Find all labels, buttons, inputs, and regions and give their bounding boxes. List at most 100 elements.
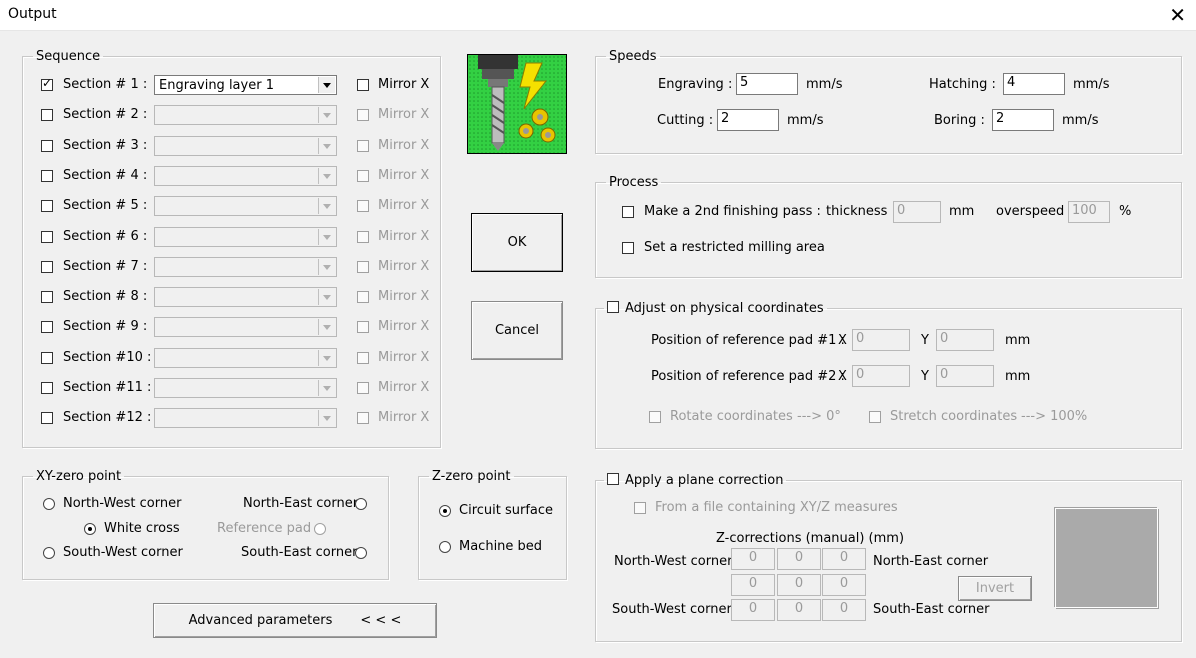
overspeed-unit: % (1119, 204, 1132, 219)
overspeed-input[interactable]: 100 (1068, 201, 1110, 223)
section-12-checkbox[interactable] (41, 412, 53, 424)
cancel-button[interactable]: Cancel (471, 301, 563, 360)
section-12-mirror-checkbox[interactable] (357, 412, 369, 424)
section-10-checkbox[interactable] (41, 352, 53, 364)
section-12-layer-select[interactable] (154, 408, 337, 428)
rotate-coordinates-label: Rotate coordinates (670, 409, 793, 424)
pad1-x-input[interactable]: 0 (852, 329, 910, 351)
chevron-down-icon[interactable] (318, 138, 335, 154)
invert-button[interactable]: Invert (958, 576, 1032, 601)
thickness-input[interactable]: 0 (893, 201, 941, 223)
section-2-layer-select[interactable] (154, 105, 337, 125)
sw-corner-radio[interactable] (43, 547, 55, 559)
reference-pad-radio[interactable] (314, 523, 326, 535)
section-10-mirror-checkbox[interactable] (357, 352, 369, 364)
chevron-down-icon[interactable] (318, 319, 335, 335)
section-6-checkbox[interactable] (41, 231, 53, 243)
ok-button[interactable]: OK (471, 213, 563, 272)
close-icon[interactable]: ✕ (1169, 3, 1186, 27)
from-file-checkbox[interactable] (634, 502, 646, 514)
speeds-group: Speeds (595, 49, 1182, 154)
section-5-checkbox[interactable] (41, 200, 53, 212)
plane-ne-label: North-East corner (873, 554, 989, 569)
engraving-speed-input[interactable]: 5 (736, 73, 798, 95)
machine-bed-radio[interactable] (439, 541, 451, 553)
se-corner-radio[interactable] (355, 547, 367, 559)
section-9-mirror-checkbox[interactable] (357, 321, 369, 333)
section-8-mirror-checkbox[interactable] (357, 291, 369, 303)
z-correction-cell[interactable]: 0 (822, 574, 866, 596)
white-cross-radio[interactable] (84, 523, 96, 535)
circuit-surface-radio[interactable] (439, 505, 451, 517)
section-7-checkbox[interactable] (41, 261, 53, 273)
physical-legend: Adjust on physical coordinates (604, 301, 827, 316)
section-4-mirror-checkbox[interactable] (357, 170, 369, 182)
section-2-checkbox[interactable] (41, 109, 53, 121)
cutting-speed-input[interactable]: 2 (717, 109, 779, 131)
z-correction-cell[interactable]: 0 (822, 599, 866, 621)
xy-zero-legend: XY-zero point (36, 469, 122, 484)
z-correction-cell[interactable]: 0 (731, 574, 775, 596)
plane-correction-label: Apply a plane correction (625, 473, 784, 488)
z-correction-cell[interactable]: 0 (777, 599, 821, 621)
chevron-down-icon[interactable] (318, 229, 335, 245)
chevron-down-icon[interactable] (318, 259, 335, 275)
rotate-coordinates-checkbox[interactable] (649, 411, 661, 423)
section-8-checkbox[interactable] (41, 291, 53, 303)
section-1-checkbox[interactable]: ✓ (41, 76, 53, 91)
section-1-layer-select[interactable]: Engraving layer 1 (154, 75, 337, 95)
section-2-mirror-checkbox[interactable] (357, 109, 369, 121)
plane-correction-checkbox[interactable] (607, 473, 619, 485)
chevron-down-icon[interactable] (318, 350, 335, 366)
section-5-label: Section # 5 : (63, 198, 148, 213)
stretch-coordinates-checkbox[interactable] (869, 411, 881, 423)
section-1-mirror-checkbox[interactable] (357, 79, 369, 91)
pad2-x-input[interactable]: 0 (852, 365, 910, 387)
collapse-arrows-icon: < < < (360, 613, 402, 628)
section-3-label: Section # 3 : (63, 138, 148, 153)
pad1-y-input[interactable]: 0 (936, 329, 994, 351)
section-4-layer-select[interactable] (154, 166, 337, 186)
stretch-value: ---> 100% (1021, 409, 1088, 424)
chevron-down-icon[interactable] (318, 289, 335, 305)
nw-corner-radio[interactable] (43, 498, 55, 510)
section-5-layer-select[interactable] (154, 196, 337, 216)
chevron-down-icon[interactable] (318, 107, 335, 123)
z-correction-cell[interactable]: 0 (777, 548, 821, 570)
z-correction-cell[interactable]: 0 (731, 599, 775, 621)
section-4-checkbox[interactable] (41, 170, 53, 182)
section-8-layer-select[interactable] (154, 287, 337, 307)
section-7-layer-select[interactable] (154, 257, 337, 277)
z-correction-cell[interactable]: 0 (822, 548, 866, 570)
section-3-layer-select[interactable] (154, 136, 337, 156)
section-10-layer-select[interactable] (154, 348, 337, 368)
chevron-down-icon[interactable] (318, 198, 335, 214)
pad2-label: Position of reference pad #2 : (651, 369, 845, 384)
section-9-layer-select[interactable] (154, 317, 337, 337)
section-3-mirror-checkbox[interactable] (357, 140, 369, 152)
z-correction-cell[interactable]: 0 (731, 548, 775, 570)
section-6-mirror-checkbox[interactable] (357, 231, 369, 243)
section-9-checkbox[interactable] (41, 321, 53, 333)
z-correction-cell[interactable]: 0 (777, 574, 821, 596)
finishing-pass-checkbox[interactable] (622, 206, 634, 218)
section-11-layer-select[interactable] (154, 378, 337, 398)
section-3-checkbox[interactable] (41, 140, 53, 152)
ne-corner-radio[interactable] (355, 498, 367, 510)
physical-coordinates-checkbox[interactable] (607, 301, 619, 313)
section-5-mirror-checkbox[interactable] (357, 200, 369, 212)
chevron-down-icon[interactable] (318, 380, 335, 396)
chevron-down-icon[interactable] (318, 77, 335, 93)
section-11-mirror-checkbox[interactable] (357, 382, 369, 394)
pad2-y-input[interactable]: 0 (936, 365, 994, 387)
chevron-down-icon[interactable] (318, 168, 335, 184)
check-icon: ✓ (42, 76, 53, 90)
boring-speed-input[interactable]: 2 (992, 109, 1054, 131)
chevron-down-icon[interactable] (318, 410, 335, 426)
section-11-checkbox[interactable] (41, 382, 53, 394)
advanced-parameters-button[interactable]: Advanced parameters < < < (153, 603, 437, 638)
section-6-layer-select[interactable] (154, 227, 337, 247)
hatching-speed-input[interactable]: 4 (1003, 73, 1065, 95)
restricted-area-checkbox[interactable] (622, 242, 634, 254)
section-7-mirror-checkbox[interactable] (357, 261, 369, 273)
